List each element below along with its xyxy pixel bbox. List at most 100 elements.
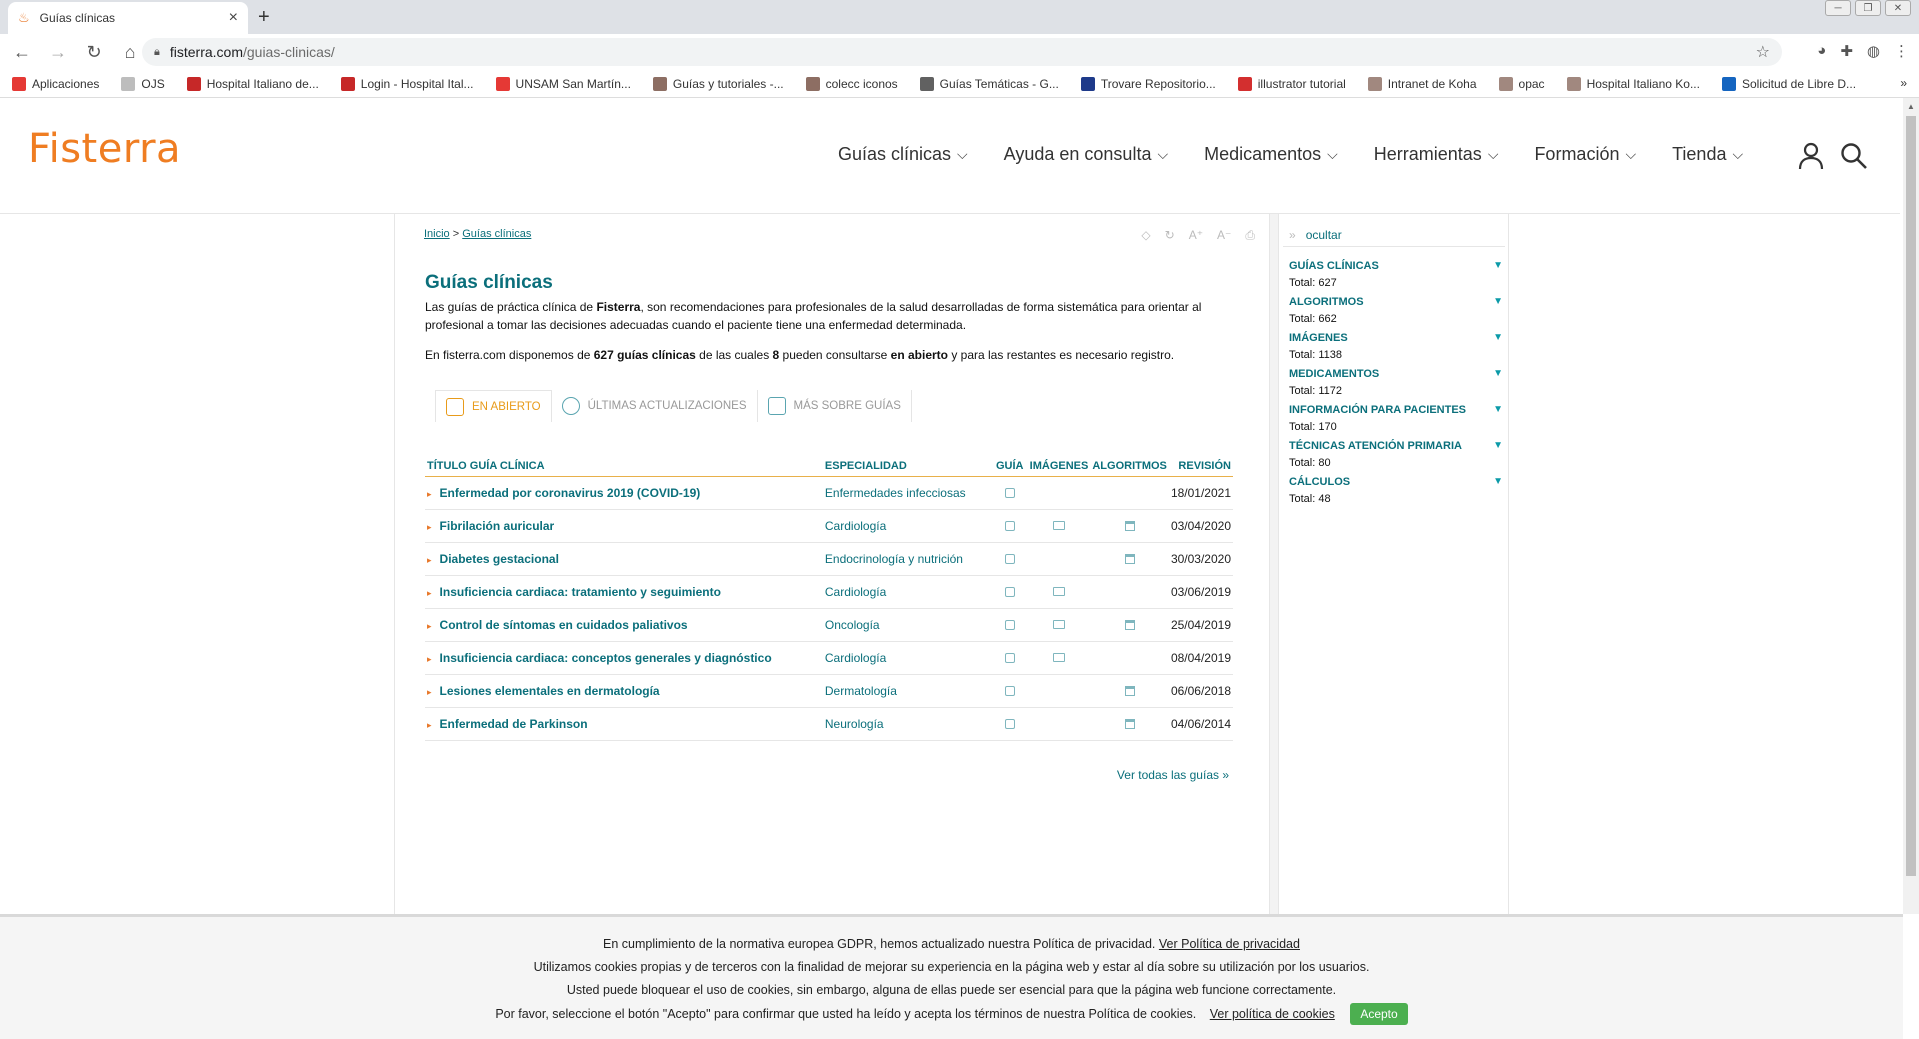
guide-title-cell[interactable]: ▸ Enfermedad por coronavirus 2019 (COVID-… xyxy=(425,476,823,510)
bookmark-item[interactable]: OJS xyxy=(121,76,165,91)
especialidad-cell[interactable]: Enfermedades infecciosas xyxy=(822,476,992,510)
new-tab-icon[interactable]: + xyxy=(258,6,270,29)
algoritmos-cell[interactable] xyxy=(1090,509,1169,543)
triangle-down-icon[interactable]: ▼ xyxy=(1493,476,1503,487)
back-icon[interactable]: ← xyxy=(8,42,36,63)
bookmark-item[interactable]: Intranet de Koha xyxy=(1367,76,1477,91)
font-increase-icon[interactable]: A⁺ xyxy=(1189,228,1203,243)
bookmark-item[interactable]: Hospital Italiano Ko... xyxy=(1566,76,1700,91)
imagenes-cell[interactable] xyxy=(1027,608,1091,642)
especialidad-cell[interactable]: Neurología xyxy=(822,707,992,741)
guide-document-icon[interactable] xyxy=(1004,619,1015,630)
algorithm-icon[interactable] xyxy=(1124,619,1135,630)
guia-cell[interactable] xyxy=(991,608,1028,642)
guide-title-link[interactable]: Lesiones elementales en dermatología xyxy=(440,684,660,698)
bookmark-star-icon[interactable]: ☆ xyxy=(1756,42,1770,62)
tab-en-abierto[interactable]: EN ABIERTO xyxy=(435,390,552,422)
lock-icon[interactable]: 🔒︎ xyxy=(154,46,160,59)
algorithm-icon[interactable] xyxy=(1124,718,1135,729)
sidebar-item-name[interactable]: IMÁGENES xyxy=(1289,332,1503,344)
guide-title-cell[interactable]: ▸ Diabetes gestacional xyxy=(425,542,823,576)
guide-title-cell[interactable]: ▸ Insuficiencia cardiaca: conceptos gener… xyxy=(425,641,823,675)
extension-circle-icon[interactable]: ◕ xyxy=(1817,42,1826,60)
col-titulo[interactable]: TÍTULO GUÍA CLÍNICA xyxy=(425,452,823,477)
nav-item[interactable]: Ayuda en consulta ⌵ xyxy=(1004,144,1168,165)
imagenes-cell[interactable] xyxy=(1027,476,1091,510)
images-icon[interactable] xyxy=(1053,653,1065,663)
especialidad-cell[interactable]: Oncología xyxy=(822,608,992,642)
algorithm-icon[interactable] xyxy=(1124,520,1135,531)
guide-title-link[interactable]: Insuficiencia cardiaca: conceptos genera… xyxy=(440,651,772,665)
col-imagenes[interactable]: IMÁGENES xyxy=(1027,452,1091,477)
bookmarks-overflow-icon[interactable]: » xyxy=(1900,76,1907,90)
guia-cell[interactable] xyxy=(991,476,1028,510)
tab-mas-sobre-guias[interactable]: MÁS SOBRE GUÍAS xyxy=(757,390,912,422)
especialidad-cell[interactable]: Dermatología xyxy=(822,674,992,708)
col-especialidad[interactable]: ESPECIALIDAD xyxy=(822,452,992,477)
guide-document-icon[interactable] xyxy=(1004,652,1015,663)
nav-item[interactable]: Tienda ⌵ xyxy=(1672,144,1743,165)
algoritmos-cell[interactable] xyxy=(1090,707,1169,741)
guide-title-link[interactable]: Control de síntomas en cuidados paliativ… xyxy=(440,618,688,632)
bookmark-item[interactable]: Guías Temáticas - G... xyxy=(919,76,1059,91)
bookmark-item[interactable]: Trovare Repositorio... xyxy=(1080,76,1216,91)
sidebar-item-name[interactable]: ALGORITMOS xyxy=(1289,296,1503,308)
guia-cell[interactable] xyxy=(991,674,1028,708)
imagenes-cell[interactable] xyxy=(1027,575,1091,609)
guide-document-icon[interactable] xyxy=(1004,718,1015,729)
extensions-puzzle-icon[interactable]: ✚ xyxy=(1840,42,1853,60)
sidebar-item-name[interactable]: TÉCNICAS ATENCIÓN PRIMARIA xyxy=(1289,440,1503,452)
guide-title-link[interactable]: Fibrilación auricular xyxy=(440,519,555,533)
guia-cell[interactable] xyxy=(991,641,1028,675)
sidebar-item[interactable]: ALGORITMOS Total: 662 ▼ xyxy=(1289,296,1503,325)
guide-title-cell[interactable]: ▸ Lesiones elementales en dermatología xyxy=(425,674,823,708)
sidebar-item[interactable]: CÁLCULOS Total: 48 ▼ xyxy=(1289,476,1503,505)
minimize-icon[interactable]: ─ xyxy=(1825,0,1851,16)
browser-tab-active[interactable]: ♨ Guías clínicas × xyxy=(8,2,248,34)
algoritmos-cell[interactable] xyxy=(1090,674,1169,708)
col-guia[interactable]: GUÍA xyxy=(991,452,1028,477)
guide-title-link[interactable]: Diabetes gestacional xyxy=(440,552,559,566)
window-close-icon[interactable]: ✕ xyxy=(1885,0,1911,16)
font-decrease-icon[interactable]: A⁻ xyxy=(1217,228,1231,243)
bookmark-item[interactable]: Solicitud de Libre D... xyxy=(1721,76,1856,91)
privacy-policy-link[interactable]: Ver Política de privacidad xyxy=(1159,937,1300,951)
bookmark-item[interactable]: illustrator tutorial xyxy=(1237,76,1346,91)
tab-ultimas-actualizaciones[interactable]: ÚLTIMAS ACTUALIZACIONES xyxy=(551,390,758,422)
sidebar-item-name[interactable]: GUÍAS CLÍNICAS xyxy=(1289,260,1503,272)
nav-item[interactable]: Guías clínicas ⌵ xyxy=(838,144,968,165)
guia-cell[interactable] xyxy=(991,509,1028,543)
bookmark-item[interactable]: Hospital Italiano de... xyxy=(186,76,319,91)
browser-menu-icon[interactable]: ⋮ xyxy=(1894,42,1909,60)
sidebar-item-name[interactable]: MEDICAMENTOS xyxy=(1289,368,1503,380)
especialidad-cell[interactable]: Cardiología xyxy=(822,641,992,675)
profile-avatar-icon[interactable]: ◍ xyxy=(1867,42,1880,60)
triangle-down-icon[interactable]: ▼ xyxy=(1493,440,1503,451)
bookmark-item[interactable]: Guías y tutoriales -... xyxy=(652,76,784,91)
especialidad-cell[interactable]: Endocrinología y nutrición xyxy=(822,542,992,576)
imagenes-cell[interactable] xyxy=(1027,641,1091,675)
guide-title-cell[interactable]: ▸ Fibrilación auricular xyxy=(425,509,823,543)
col-revision[interactable]: REVISIÓN xyxy=(1168,452,1233,477)
bookmark-item[interactable]: Login - Hospital Ital... xyxy=(340,76,474,91)
images-icon[interactable] xyxy=(1053,620,1065,630)
guide-title-cell[interactable]: ▸ Control de síntomas en cuidados paliati… xyxy=(425,608,823,642)
cookie-policy-link[interactable]: Ver política de cookies xyxy=(1210,1007,1335,1021)
triangle-down-icon[interactable]: ▼ xyxy=(1493,296,1503,307)
algorithm-icon[interactable] xyxy=(1124,553,1135,564)
nav-item[interactable]: Herramientas ⌵ xyxy=(1374,144,1499,165)
guia-cell[interactable] xyxy=(991,707,1028,741)
triangle-down-icon[interactable]: ▼ xyxy=(1493,404,1503,415)
col-algoritmos[interactable]: ALGORITMOS xyxy=(1090,452,1169,477)
guide-document-icon[interactable] xyxy=(1004,685,1015,696)
guia-cell[interactable] xyxy=(991,542,1028,576)
reload-icon[interactable]: ↻ xyxy=(80,42,108,63)
triangle-down-icon[interactable]: ▼ xyxy=(1493,368,1503,379)
ver-todas-link[interactable]: Ver todas las guías » xyxy=(1117,768,1229,782)
home-icon[interactable]: ⌂ xyxy=(116,42,144,63)
scroll-up-icon[interactable]: ▲ xyxy=(1907,102,1915,111)
guia-cell[interactable] xyxy=(991,575,1028,609)
guide-document-icon[interactable] xyxy=(1004,487,1015,498)
breadcrumb-current-link[interactable]: Guías clínicas xyxy=(462,228,531,240)
sidebar-item-name[interactable]: CÁLCULOS xyxy=(1289,476,1503,488)
